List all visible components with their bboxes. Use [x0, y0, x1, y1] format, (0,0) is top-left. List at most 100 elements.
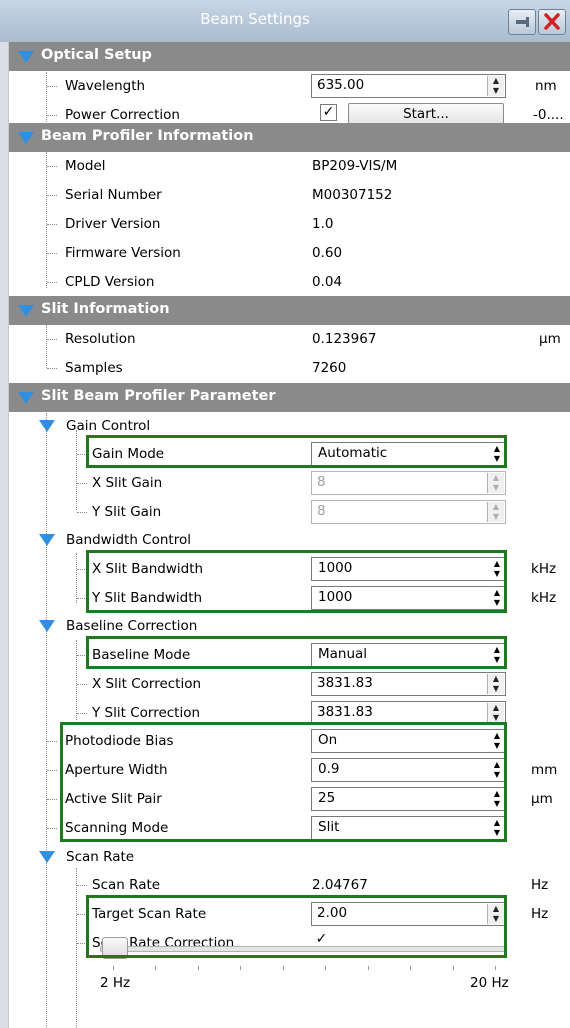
property-label: X Slit Gain	[92, 475, 163, 491]
category-label: Optical Setup	[41, 47, 152, 63]
category-label: Slit Beam Profiler Parameter	[41, 388, 276, 404]
property-label: Y Slit Gain	[92, 504, 162, 520]
tree-tick	[47, 115, 57, 116]
property-label: Model	[65, 158, 106, 174]
collapse-triangle-icon[interactable]	[18, 392, 34, 404]
slider-tick	[368, 966, 369, 970]
property-row-wavelength[interactable]: Wavelength 635.00 ▲ ▼ nm	[9, 72, 570, 101]
x-slit-gain-spinbox: 8 ▲ ▼	[311, 471, 506, 495]
grid-left-margin	[0, 42, 9, 1028]
category-label: Beam Profiler Information	[41, 128, 254, 144]
unit-label: -0....	[533, 107, 564, 123]
property-row-x-slit-gain[interactable]: X Slit Gain 8 ▲ ▼	[9, 469, 570, 498]
property-row-y-slit-gain[interactable]: Y Slit Gain 8 ▲ ▼	[9, 498, 570, 527]
tree-tick	[47, 86, 57, 87]
tree-tick	[77, 512, 87, 513]
unit-label: µm	[539, 331, 561, 347]
highlight-box-bandwidth	[86, 550, 507, 613]
spin-arrows-icon: ▲ ▼	[487, 502, 504, 522]
slider-min-label: 2 Hz	[100, 975, 131, 991]
spin-arrows-icon[interactable]: ▲ ▼	[487, 674, 504, 694]
highlight-box-misc-parameters	[60, 722, 507, 842]
unit-label: nm	[535, 78, 557, 94]
slider-tick	[155, 966, 156, 970]
subcategory-scan-rate[interactable]: Scan Rate	[9, 843, 570, 872]
subcategory-label: Bandwidth Control	[66, 532, 191, 548]
slider-tick	[495, 966, 496, 970]
category-slit-information[interactable]: Slit Information	[9, 296, 570, 325]
tree-tick	[47, 828, 57, 829]
close-icon	[544, 13, 560, 30]
collapse-triangle-icon[interactable]	[18, 132, 34, 144]
category-optical-setup[interactable]: Optical Setup	[9, 42, 570, 71]
slider-tick	[453, 966, 454, 970]
y-slit-gain-spinbox: 8 ▲ ▼	[311, 500, 506, 524]
category-label: Slit Information	[41, 301, 170, 317]
property-row-cpld-version: CPLD Version 0.04	[9, 268, 570, 297]
spin-arrows-icon[interactable]: ▲ ▼	[487, 76, 504, 96]
tree-tick	[47, 253, 57, 254]
collapse-triangle-icon[interactable]	[18, 305, 34, 317]
property-value: 1.0	[312, 216, 334, 232]
spinbox-value: 8	[317, 503, 326, 519]
unit-label: mm	[531, 762, 558, 778]
collapse-triangle-icon[interactable]	[39, 534, 55, 546]
property-row-driver-version: Driver Version 1.0	[9, 210, 570, 239]
collapse-triangle-icon[interactable]	[18, 51, 34, 63]
property-row-x-slit-correction[interactable]: X Slit Correction 3831.83 ▲ ▼	[9, 670, 570, 699]
tree-tick	[47, 799, 57, 800]
tree-tick	[47, 741, 57, 742]
slider-max-label: 20 Hz	[470, 975, 509, 991]
spinbox-value[interactable]: 3831.83	[317, 675, 373, 691]
window-title-bar: Beam Settings	[0, 0, 570, 43]
tree-tick	[77, 483, 87, 484]
property-value: BP209-VIS/M	[312, 158, 398, 174]
property-label: X Slit Correction	[92, 676, 202, 692]
highlight-box-gain-mode	[86, 435, 507, 468]
property-value: 0.04	[312, 274, 343, 290]
spin-arrows-icon[interactable]: ▲ ▼	[487, 703, 504, 723]
subcategory-label: Scan Rate	[66, 849, 135, 865]
tree-tick	[47, 195, 57, 196]
category-beam-profiler-information[interactable]: Beam Profiler Information	[9, 123, 570, 152]
subcategory-label: Baseline Correction	[66, 618, 198, 634]
tree-tick	[47, 339, 57, 340]
property-label: Samples	[65, 360, 123, 376]
highlight-box-scan-rate	[86, 895, 507, 958]
slider-tick	[198, 966, 199, 970]
x-slit-correction-spinbox[interactable]: 3831.83 ▲ ▼	[311, 672, 506, 696]
spinbox-value[interactable]: 3831.83	[317, 704, 373, 720]
collapse-triangle-icon[interactable]	[39, 620, 55, 632]
pin-button[interactable]	[508, 9, 536, 35]
unit-label: Hz	[531, 877, 549, 893]
property-value: 2.04767	[312, 877, 368, 893]
property-label: Wavelength	[65, 78, 146, 94]
property-value: 0.123967	[312, 331, 377, 347]
slider-tick	[240, 966, 241, 970]
power-correction-checkbox[interactable]: ✓	[320, 104, 337, 121]
close-button[interactable]	[538, 9, 566, 35]
tree-tick	[77, 684, 87, 685]
slider-tick	[410, 966, 411, 970]
category-slit-beam-profiler-parameter[interactable]: Slit Beam Profiler Parameter	[9, 383, 570, 412]
property-row-resolution: Resolution 0.123967 µm	[9, 325, 570, 354]
tree-tick	[77, 713, 87, 714]
window-title: Beam Settings	[200, 10, 310, 28]
property-label: Serial Number	[65, 187, 162, 203]
property-row-serial-number: Serial Number M00307152	[9, 181, 570, 210]
collapse-triangle-icon[interactable]	[39, 851, 55, 863]
wavelength-spinbox[interactable]: 635.00 ▲ ▼	[311, 74, 506, 98]
subcategory-label: Gain Control	[66, 418, 151, 434]
property-value: M00307152	[312, 187, 393, 203]
collapse-triangle-icon[interactable]	[39, 420, 55, 432]
property-label: Resolution	[65, 331, 136, 347]
unit-label: Hz	[531, 906, 549, 922]
property-row-model: Model BP209-VIS/M	[9, 152, 570, 181]
property-label: Driver Version	[65, 216, 161, 232]
spinbox-value[interactable]: 635.00	[317, 77, 364, 93]
unit-label: kHz	[531, 561, 557, 577]
highlight-box-baseline-mode	[86, 636, 507, 669]
pin-icon	[516, 17, 529, 27]
tree-tick	[47, 166, 57, 167]
property-row-firmware-version: Firmware Version 0.60	[9, 239, 570, 268]
